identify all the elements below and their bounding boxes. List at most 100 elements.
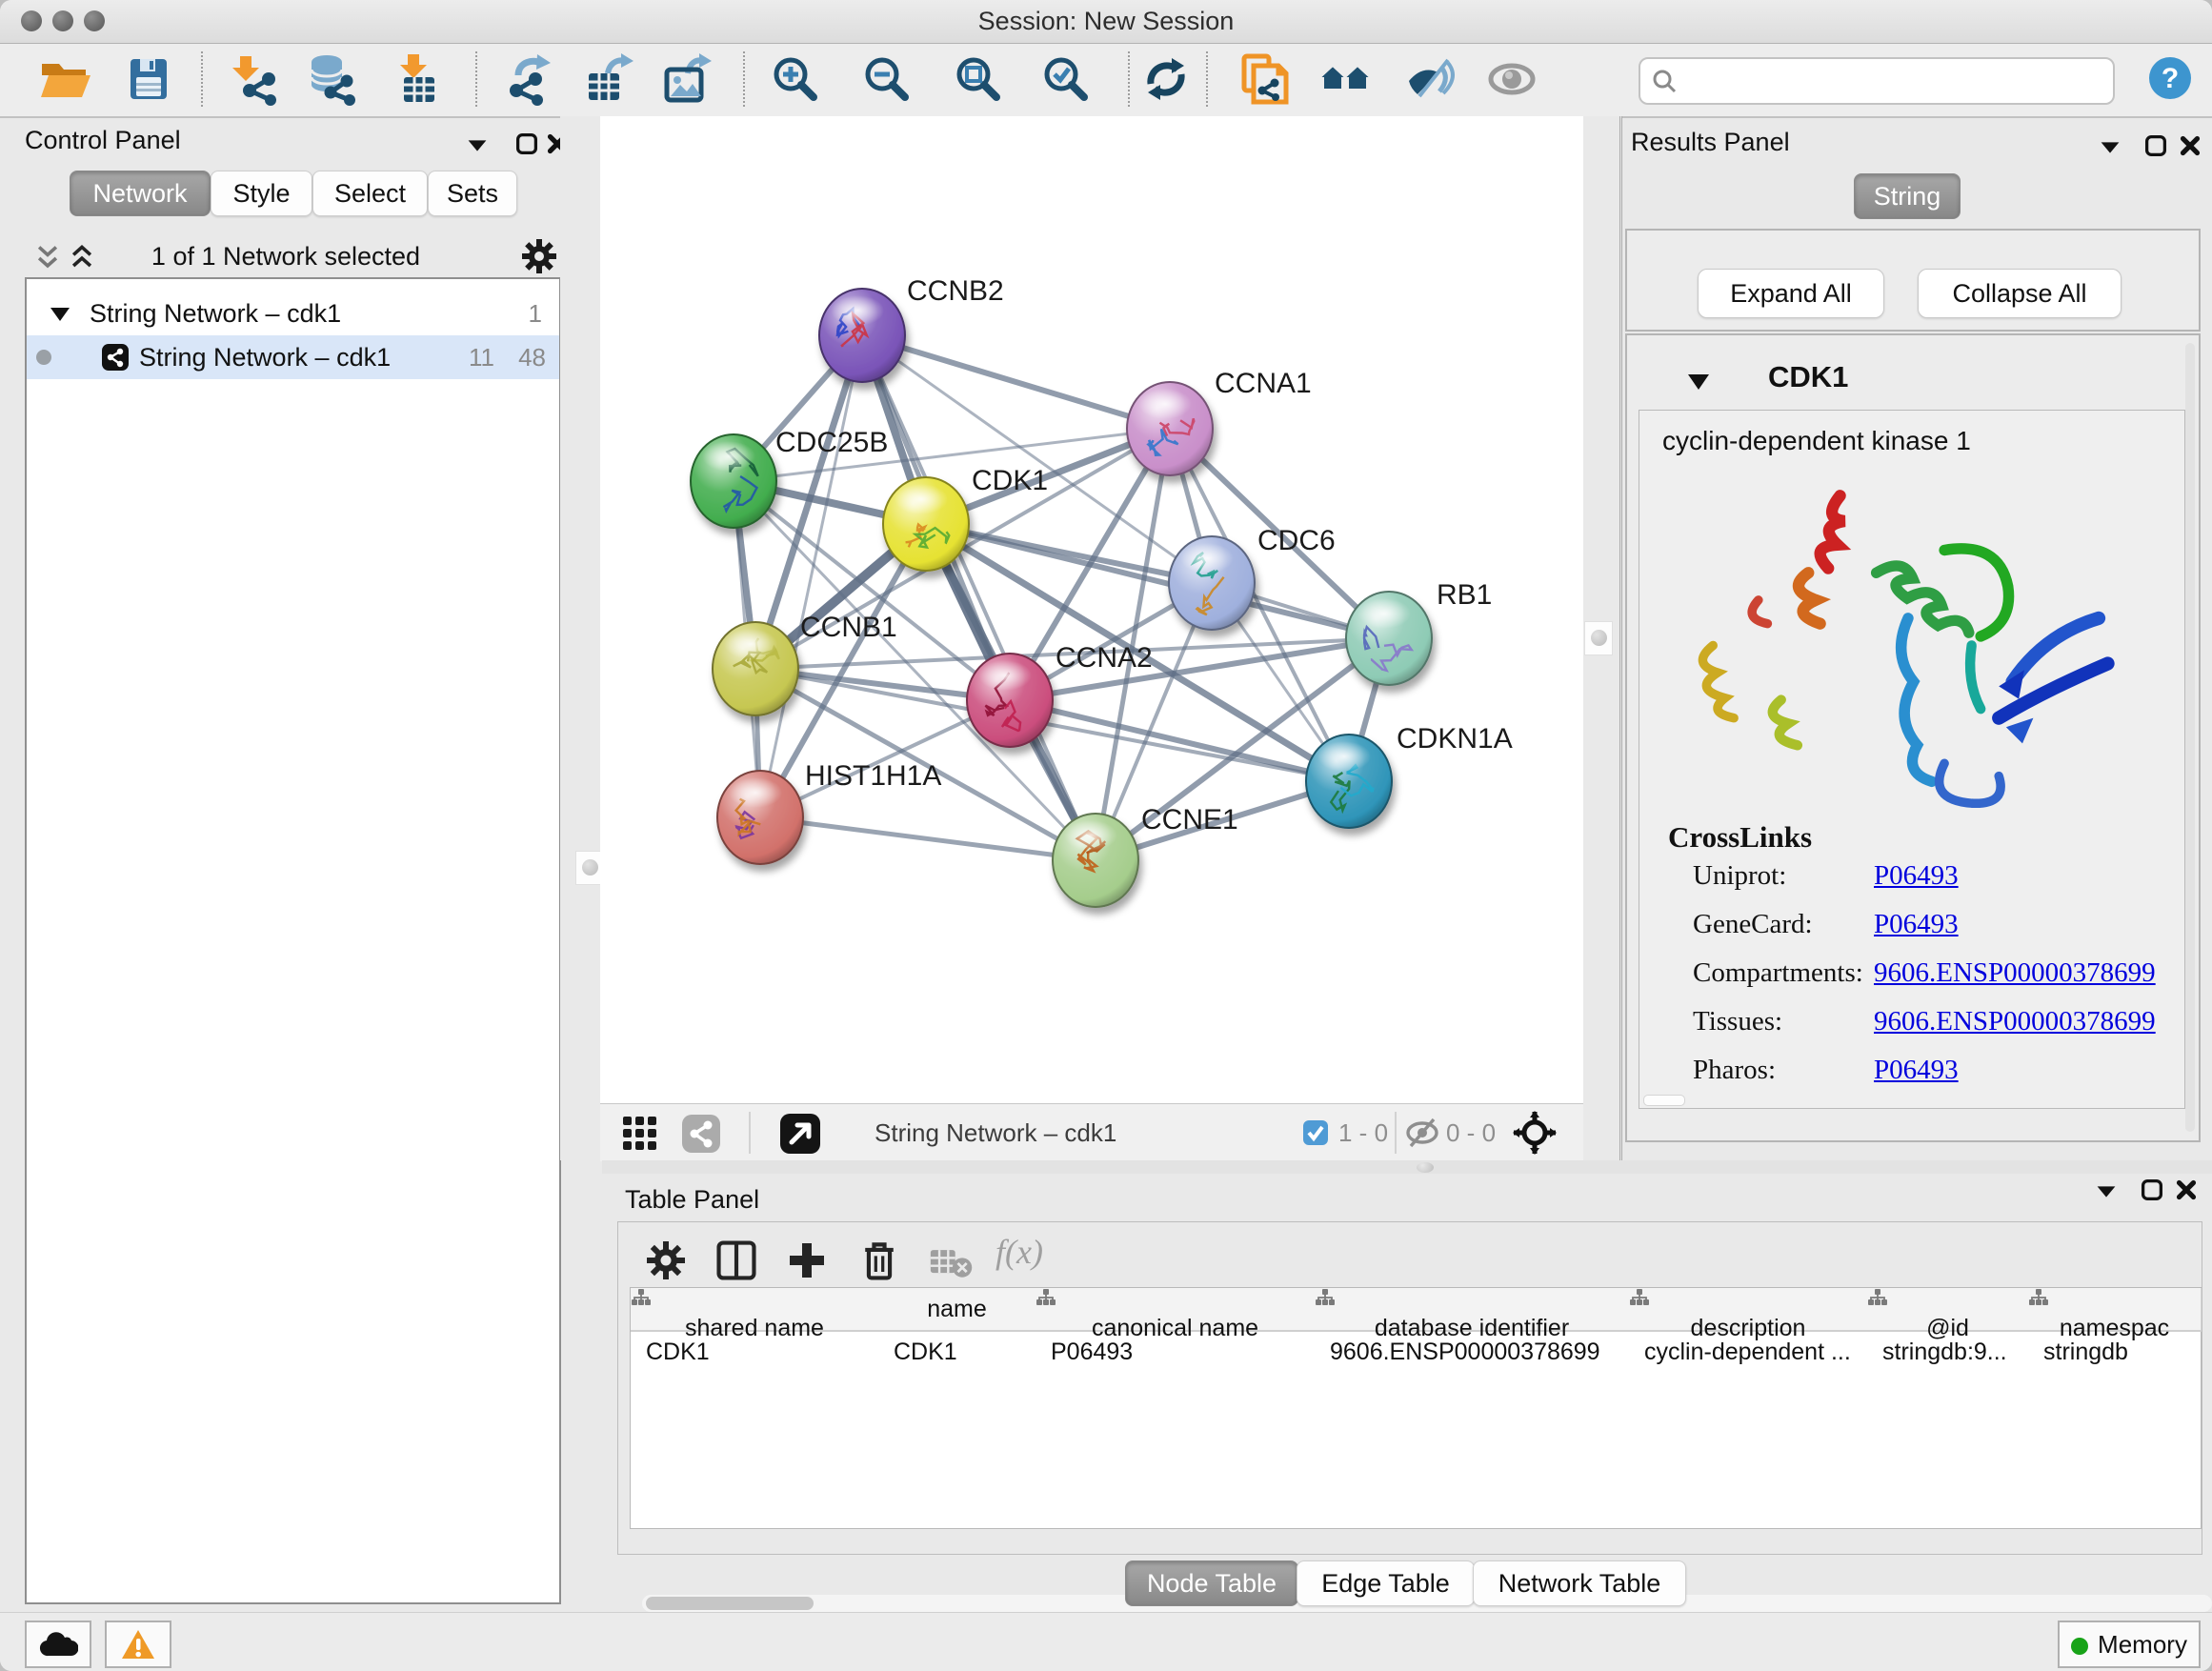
apply-layout-icon[interactable]	[1139, 52, 1193, 106]
tab-select[interactable]: Select	[312, 171, 428, 216]
export-table-icon[interactable]	[583, 52, 636, 106]
network-row-selected[interactable]: String Network – cdk1 11 48	[27, 335, 559, 379]
node-CDKN1A[interactable]	[1306, 735, 1392, 828]
column-header-description[interactable]: description	[1629, 1288, 1868, 1332]
horizontal-splitter[interactable]	[602, 1160, 2212, 1174]
node-CDK1[interactable]	[883, 477, 969, 571]
edge-CCNE1-HIST1H1A[interactable]	[760, 817, 1096, 860]
import-network-from-file-icon[interactable]	[229, 52, 282, 106]
column-header-canonical-name[interactable]: canonical name	[1036, 1288, 1316, 1332]
node-CCNE1[interactable]	[1053, 814, 1138, 907]
protein-panel-hscroll-thumb[interactable]	[1643, 1095, 1685, 1106]
column-header-namespac[interactable]: namespac	[2028, 1288, 2202, 1332]
horizontal-splitter-handle[interactable]	[1417, 1162, 1434, 1173]
node-CCNA1[interactable]	[1127, 382, 1213, 475]
table-cell[interactable]: P06493	[1036, 1332, 1315, 1372]
search-input[interactable]	[1686, 61, 2100, 99]
node-label-CDK1: CDK1	[972, 465, 1048, 496]
tab-edge-table[interactable]: Edge Table	[1297, 1560, 1475, 1606]
cloud-status-button[interactable]	[25, 1621, 91, 1668]
tab-string[interactable]: String	[1854, 173, 1961, 219]
tab-network-table[interactable]: Network Table	[1473, 1560, 1686, 1606]
import-network-file-icon[interactable]	[1238, 52, 1292, 106]
control-panel-title: Control Panel	[25, 126, 181, 155]
crosslink-link[interactable]: 9606.ENSP00000378699	[1874, 957, 2156, 989]
node-RB1[interactable]	[1346, 592, 1432, 685]
network-canvas[interactable]: CCNB2CCNA1CDC25BCDK1CDC6RB1CCNB1CCNA2CDK…	[600, 116, 1583, 1103]
table-panel-float-icon[interactable]	[2138, 1176, 2166, 1204]
collapse-all-button[interactable]: Collapse All	[1918, 269, 2122, 318]
crosslink-link[interactable]: P06493	[1874, 909, 1959, 940]
show-panel-eye-icon[interactable]	[1486, 52, 1539, 106]
open-in-new-window-icon[interactable]	[779, 1113, 821, 1155]
left-splitter[interactable]	[560, 116, 600, 1160]
right-splitter-handle[interactable]	[1584, 621, 1613, 655]
tab-sets[interactable]: Sets	[428, 171, 517, 216]
table-panel-menu-icon[interactable]	[2092, 1178, 2121, 1206]
edge-CCNB2-HIST1H1A[interactable]	[760, 335, 862, 817]
table-cell[interactable]: CDK1	[878, 1332, 1036, 1372]
edge-CCNB2-CCNA1[interactable]	[862, 335, 1170, 429]
crosslink-link[interactable]: P06493	[1874, 860, 1959, 892]
table-cell[interactable]: 9606.ENSP00000378699	[1315, 1332, 1629, 1372]
edge-CCNA2-CDKN1A[interactable]	[1010, 700, 1349, 781]
zoom-in-icon[interactable]	[768, 52, 821, 106]
open-session-icon[interactable]	[38, 52, 91, 106]
control-panel-menu-icon[interactable]	[463, 131, 492, 160]
string-home-icon[interactable]	[1318, 52, 1372, 106]
export-network-icon[interactable]	[503, 52, 556, 106]
control-panel-float-icon[interactable]	[513, 130, 541, 158]
network-collection-row[interactable]: String Network – cdk1 1	[27, 292, 559, 335]
node-CCNB1[interactable]	[713, 622, 798, 715]
birdseye-grid-icon[interactable]	[622, 1116, 658, 1152]
column-header-name[interactable]: name	[878, 1288, 1036, 1332]
results-panel-menu-icon[interactable]	[2096, 133, 2124, 162]
collection-expander-icon[interactable]	[49, 305, 71, 324]
add-column-icon[interactable]	[786, 1239, 828, 1281]
selected-nodes-checkbox-icon[interactable]	[1302, 1119, 1329, 1146]
column-type-icon	[631, 1288, 652, 1307]
results-panel-float-icon[interactable]	[2142, 131, 2170, 160]
hide-panel-eye-icon[interactable]	[1404, 52, 1458, 106]
column-header--id[interactable]: @id	[1867, 1288, 2029, 1332]
zoom-fit-icon[interactable]	[951, 52, 1004, 106]
table-panel-close-icon[interactable]	[2172, 1176, 2201, 1204]
export-image-icon[interactable]	[661, 52, 714, 106]
crosshair-icon[interactable]	[1513, 1111, 1557, 1155]
import-network-from-database-icon[interactable]	[307, 52, 360, 106]
save-session-icon[interactable]	[122, 52, 175, 106]
column-type-icon	[1036, 1288, 1056, 1307]
node-CCNA2[interactable]	[967, 654, 1053, 747]
table-cell[interactable]: CDK1	[631, 1332, 878, 1372]
table-cell[interactable]: cyclin-dependent ...	[1629, 1332, 1867, 1372]
tab-node-table[interactable]: Node Table	[1125, 1560, 1298, 1606]
zoom-out-icon[interactable]	[859, 52, 913, 106]
table-panel-body: f(x) shared namenamecanonical namedataba…	[617, 1221, 2202, 1555]
zoom-selected-icon[interactable]	[1038, 52, 1092, 106]
tab-network[interactable]: Network	[70, 171, 211, 216]
protein-expander-icon[interactable]	[1686, 372, 1711, 393]
delete-column-trash-icon[interactable]	[856, 1238, 902, 1283]
show-columns-icon[interactable]	[714, 1238, 759, 1283]
expand-all-button[interactable]: Expand All	[1698, 269, 1884, 318]
node-CDC25B[interactable]	[691, 434, 776, 528]
table-cell[interactable]: stringdb:9...	[1867, 1332, 2028, 1372]
crosslink-link[interactable]: 9606.ENSP00000378699	[1874, 1006, 2156, 1037]
results-panel-close-icon[interactable]	[2176, 131, 2204, 160]
node-HIST1H1A[interactable]	[717, 771, 803, 864]
string-toggle-icon[interactable]	[681, 1114, 721, 1154]
column-header-shared-name[interactable]: shared name	[631, 1288, 879, 1332]
column-header-database-identifier[interactable]: database identifier	[1315, 1288, 1630, 1332]
memory-button[interactable]: Memory	[2058, 1621, 2201, 1668]
table-settings-gear-icon[interactable]	[645, 1239, 687, 1281]
tab-style[interactable]: Style	[211, 171, 312, 216]
node-CDC6[interactable]	[1169, 536, 1255, 630]
help-icon[interactable]: ?	[2147, 55, 2193, 101]
crosslink-link[interactable]: P06493	[1874, 1055, 1959, 1086]
node-CCNB2[interactable]	[819, 289, 905, 382]
control-panel-gear-icon[interactable]	[520, 237, 558, 275]
results-panel-scrollbar[interactable]	[2185, 343, 2195, 1132]
import-table-from-file-icon[interactable]	[392, 52, 446, 106]
warnings-button[interactable]	[105, 1621, 171, 1668]
table-cell[interactable]: stringdb	[2028, 1332, 2201, 1372]
